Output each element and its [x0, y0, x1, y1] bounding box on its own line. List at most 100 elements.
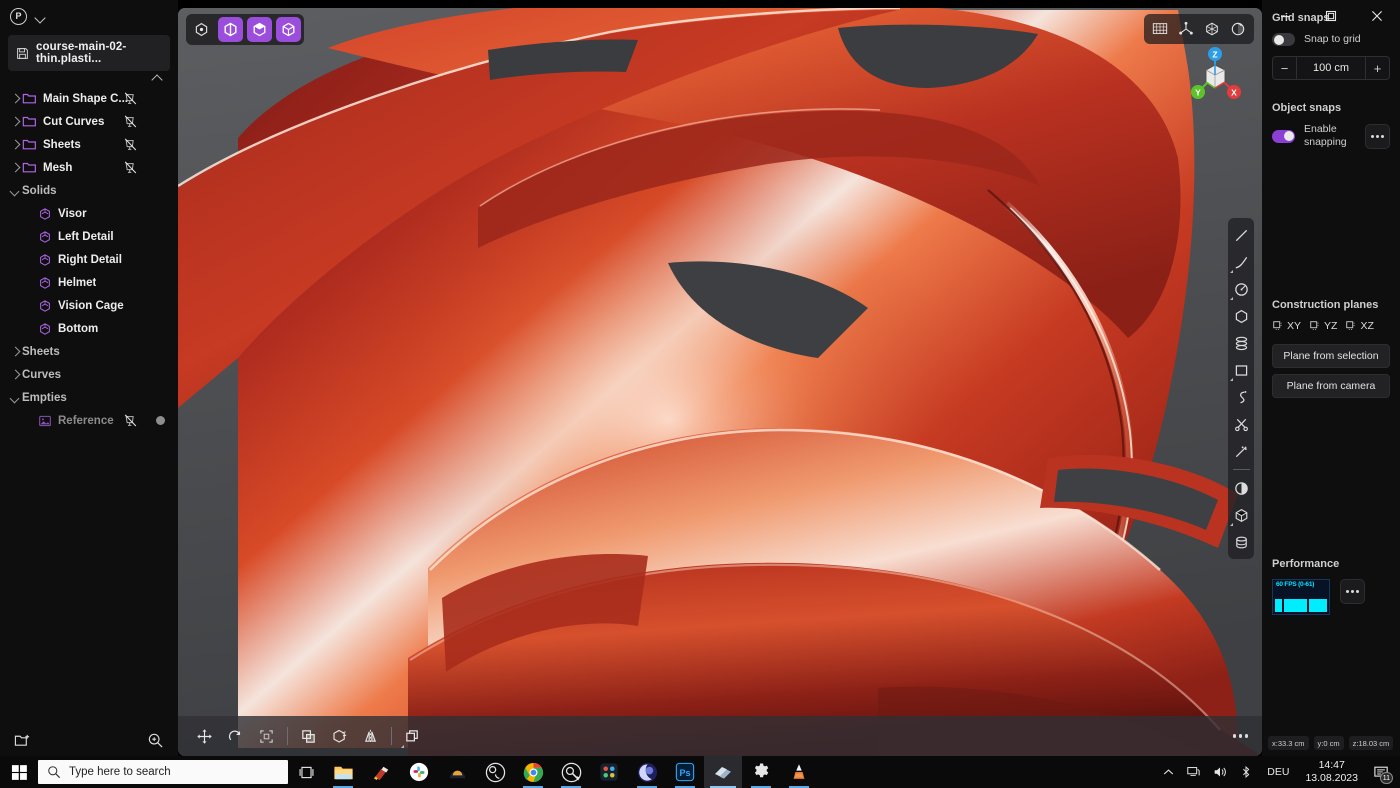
plane-from-selection-button[interactable]: Plane from selection — [1272, 344, 1390, 368]
show-hidden-icons-icon[interactable] — [1155, 756, 1181, 788]
plane-from-camera-button[interactable]: Plane from camera — [1272, 374, 1390, 398]
rectangle-tool-icon[interactable] — [1229, 358, 1253, 382]
grid-size-stepper[interactable]: − 100 cm + — [1272, 56, 1390, 80]
scale-tool-icon[interactable] — [254, 724, 279, 749]
polygon-tool-icon[interactable] — [1229, 304, 1253, 328]
xray-cube-icon[interactable] — [1200, 17, 1224, 41]
visibility-hidden-icon[interactable] — [123, 160, 138, 175]
offset-tool-icon[interactable] — [1229, 439, 1253, 463]
bluetooth-icon[interactable] — [1233, 756, 1259, 788]
rotate-tool-icon[interactable] — [223, 724, 248, 749]
chevron-up-icon[interactable] — [151, 73, 164, 83]
current-file-chip[interactable]: course-main-02-thin.plasti... — [8, 35, 170, 71]
chevron-right-icon[interactable] — [8, 92, 22, 106]
array-tool-icon[interactable] — [400, 724, 425, 749]
construction-plane-xy-button[interactable]: XY — [1272, 320, 1301, 332]
snap-to-grid-row[interactable]: Snap to grid — [1272, 33, 1390, 46]
taskbar-search[interactable]: Type here to search — [38, 760, 288, 784]
curve-tool-icon[interactable] — [1229, 250, 1253, 274]
outliner-item-reference[interactable]: Reference — [0, 409, 178, 432]
outliner-item-solids[interactable]: Solids — [0, 179, 178, 202]
settings-icon[interactable] — [742, 756, 780, 788]
axis-gizmo-icon[interactable] — [1174, 17, 1198, 41]
minimize-icon[interactable] — [1262, 0, 1308, 32]
outliner-item-mesh[interactable]: Mesh — [0, 156, 178, 179]
network-icon[interactable] — [1181, 756, 1207, 788]
chevron-right-icon[interactable] — [8, 368, 22, 382]
cylinder-primitive-icon[interactable] — [1229, 530, 1253, 554]
dark-app-icon[interactable] — [438, 756, 476, 788]
chevron-down-icon[interactable] — [33, 10, 47, 24]
plasticity-icon[interactable] — [704, 756, 742, 788]
grid-size-increment[interactable]: + — [1365, 57, 1389, 79]
google-chrome-icon[interactable] — [514, 756, 552, 788]
task-view-icon[interactable] — [288, 756, 324, 788]
outliner-item-sheets[interactable]: Sheets — [0, 133, 178, 156]
snap-to-grid-toggle[interactable] — [1272, 33, 1295, 46]
slack-icon[interactable] — [400, 756, 438, 788]
viewport-3d[interactable]: Z Y X — [178, 8, 1262, 756]
box-primitive-icon[interactable] — [1229, 503, 1253, 527]
boolean-tool-icon[interactable] — [1229, 476, 1253, 500]
close-icon[interactable] — [1354, 0, 1400, 32]
outliner-item-left-detail[interactable]: Left Detail — [0, 225, 178, 248]
outliner-item-cut-curves[interactable]: Cut Curves — [0, 110, 178, 133]
object-snaps-more-icon[interactable] — [1365, 124, 1390, 149]
file-explorer-icon[interactable] — [324, 756, 362, 788]
ccleaner-icon[interactable] — [362, 756, 400, 788]
grid-size-value[interactable]: 100 cm — [1297, 62, 1365, 74]
shading-icon[interactable] — [1226, 17, 1250, 41]
outliner-item-bottom[interactable]: Bottom — [0, 317, 178, 340]
app-logo[interactable]: P — [10, 8, 27, 25]
solid-mode-icon[interactable] — [276, 17, 301, 42]
outliner-item-visor[interactable]: Visor — [0, 202, 178, 225]
chevron-right-icon[interactable] — [8, 161, 22, 175]
shell-tool-icon[interactable] — [327, 724, 352, 749]
point-mode-icon[interactable] — [189, 17, 214, 42]
obs-studio-icon[interactable] — [476, 756, 514, 788]
reference-opacity-dot[interactable] — [156, 416, 165, 425]
visibility-hidden-icon[interactable] — [123, 137, 138, 152]
vlc-icon[interactable] — [780, 756, 818, 788]
more-options-icon[interactable] — [1233, 734, 1249, 738]
chevron-down-icon[interactable] — [8, 184, 22, 198]
cylinder-tool-icon[interactable] — [1229, 331, 1253, 355]
construction-plane-xz-button[interactable]: XZ — [1345, 320, 1373, 332]
keyshot-icon[interactable] — [552, 756, 590, 788]
outliner-item-sheets[interactable]: Sheets — [0, 340, 178, 363]
trim-tool-icon[interactable] — [1229, 412, 1253, 436]
cinema4d-icon[interactable] — [628, 756, 666, 788]
photoshop-icon[interactable]: Ps — [666, 756, 704, 788]
face-mode-icon[interactable] — [247, 17, 272, 42]
enable-snapping-row[interactable]: Enable snapping — [1272, 123, 1390, 149]
grid-size-decrement[interactable]: − — [1273, 57, 1297, 79]
chevron-right-icon[interactable] — [8, 138, 22, 152]
mirror-tool-icon[interactable] — [358, 724, 383, 749]
visibility-hidden-icon[interactable] — [123, 413, 138, 428]
circle-tool-icon[interactable] — [1229, 277, 1253, 301]
move-tool-icon[interactable] — [192, 724, 217, 749]
keyboard-language[interactable]: DEU — [1259, 766, 1297, 778]
volume-icon[interactable] — [1207, 756, 1233, 788]
navigation-gizmo[interactable]: Z Y X — [1184, 44, 1246, 106]
edge-mode-icon[interactable] — [218, 17, 243, 42]
performance-more-icon[interactable] — [1340, 579, 1365, 604]
zoom-search-icon[interactable] — [147, 732, 164, 749]
chevron-right-icon[interactable] — [8, 115, 22, 129]
notifications-icon[interactable]: 11 — [1366, 756, 1396, 788]
visibility-hidden-icon[interactable] — [123, 91, 138, 106]
new-folder-icon[interactable] — [14, 732, 31, 749]
spline-tool-icon[interactable] — [1229, 385, 1253, 409]
boolean-union-icon[interactable] — [296, 724, 321, 749]
fps-graph[interactable]: 60 FPS (0-61) — [1272, 579, 1330, 615]
enable-snapping-toggle[interactable] — [1272, 130, 1295, 143]
grid-icon[interactable] — [1148, 17, 1172, 41]
outliner-item-right-detail[interactable]: Right Detail — [0, 248, 178, 271]
line-tool-icon[interactable] — [1229, 223, 1253, 247]
visibility-hidden-icon[interactable] — [123, 114, 138, 129]
outliner-item-curves[interactable]: Curves — [0, 363, 178, 386]
chevron-down-icon[interactable] — [8, 391, 22, 405]
outliner-item-main-shape-c[interactable]: Main Shape C... — [0, 87, 178, 110]
outliner-item-helmet[interactable]: Helmet — [0, 271, 178, 294]
davinci-resolve-icon[interactable] — [590, 756, 628, 788]
